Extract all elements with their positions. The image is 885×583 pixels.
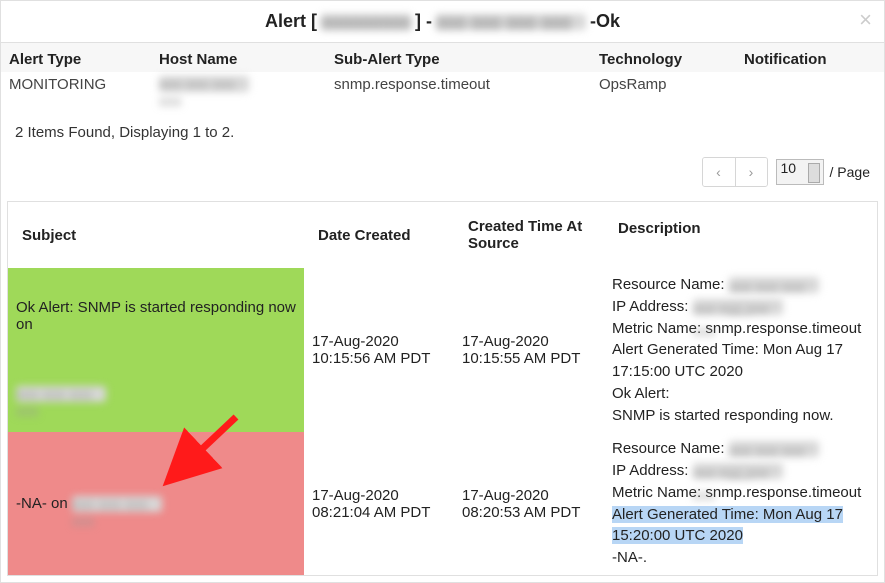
col-date-created: Date Created (310, 212, 460, 258)
title-redacted-host: 000 000 000 000 (436, 14, 586, 30)
label-notification: Notification (744, 51, 876, 68)
desc-resource: Resource Name: xxx xxx xxx xxx (612, 274, 869, 296)
info-header-row: Alert Type Host Name Sub-Alert Type Tech… (1, 43, 884, 72)
desc-ip-label: IP Address: (612, 462, 688, 479)
table-row: -NA- on xxx xxx xxx xxx 17-Aug-2020 08:2… (8, 432, 877, 575)
title-prefix: Alert [ (265, 11, 317, 32)
label-sub-alert-type: Sub-Alert Type (334, 51, 599, 68)
desc-metric: Metric Name: snmp.response.timeout (612, 482, 869, 504)
subject-redacted: xxx xxx xxx xxx (16, 386, 106, 402)
title-mid: ] - (415, 11, 432, 32)
alerts-grid: Subject Date Created Created Time At Sou… (7, 201, 878, 576)
page-size-value: 10 (781, 160, 797, 176)
modal-header: Alert [ 000000000 ] - 000 000 000 000 -O… (1, 1, 884, 43)
desc-resource-redacted: xxx xxx xxx xxx (729, 441, 819, 457)
cell-subject: -NA- on xxx xxx xxx xxx (8, 432, 304, 575)
desc-resource: Resource Name: xxx xxx xxx xxx (612, 438, 869, 460)
table-row: Ok Alert: SNMP is started responding now… (8, 268, 877, 432)
label-host-name: Host Name (159, 51, 334, 68)
value-technology: OpsRamp (599, 76, 744, 110)
subject-text: Ok Alert: SNMP is started responding now… (16, 299, 296, 333)
desc-ip-redacted: xxx xxx xxx xxx (693, 463, 783, 479)
subject-redacted: xxx xxx xxx xxx (72, 496, 162, 512)
desc-metric: Metric Name: snmp.response.timeout (612, 318, 869, 340)
desc-snmp: SNMP is started responding now. (612, 405, 869, 427)
pager-row: ‹ › 10 / Page (1, 147, 884, 197)
value-host-name: xxx xxx xxx xxx (159, 76, 334, 110)
cell-date-created: 17-Aug-2020 08:21:04 AM PDT (304, 432, 454, 575)
per-page-label: / Page (830, 164, 870, 180)
value-alert-type: MONITORING (9, 76, 159, 110)
desc-resource-label: Resource Name: (612, 440, 725, 457)
page-size-select[interactable]: 10 (776, 159, 824, 185)
desc-gen-time-highlight: Alert Generated Time: Mon Aug 17 15:20:0… (612, 506, 843, 545)
cell-description: Resource Name: xxx xxx xxx xxx IP Addres… (604, 432, 877, 575)
desc-ip: IP Address: xxx xxx xxx xxx (612, 296, 869, 318)
desc-gen-time: Alert Generated Time: Mon Aug 17 15:20:0… (612, 504, 869, 548)
desc-na: -NA-. (612, 547, 869, 569)
desc-ip: IP Address: xxx xxx xxx xxx (612, 460, 869, 482)
desc-ok-alert: Ok Alert: (612, 383, 869, 405)
col-subject: Subject (14, 212, 310, 258)
label-technology: Technology (599, 51, 744, 68)
col-description: Description (610, 212, 871, 258)
modal-title: Alert [ 000000000 ] - 000 000 000 000 -O… (265, 11, 620, 32)
title-redacted-id: 000000000 (321, 14, 411, 30)
value-notification (744, 76, 876, 110)
desc-ip-redacted: xxx xxx xxx xxx (693, 299, 783, 315)
close-icon[interactable]: × (859, 9, 872, 31)
label-alert-type: Alert Type (9, 51, 159, 68)
cell-created-at-source: 17-Aug-2020 08:20:53 AM PDT (454, 432, 604, 575)
pager-buttons: ‹ › (702, 157, 768, 187)
title-suffix: -Ok (590, 11, 620, 32)
cell-description: Resource Name: xxx xxx xxx xxx IP Addres… (604, 268, 877, 432)
cell-subject: Ok Alert: SNMP is started responding now… (8, 268, 304, 432)
page-size-control: 10 / Page (776, 159, 870, 185)
info-value-row: MONITORING xxx xxx xxx xxx snmp.response… (1, 72, 884, 118)
pager-next-button[interactable]: › (735, 158, 767, 186)
host-name-redacted: xxx xxx xxx xxx (159, 76, 249, 92)
cell-date-created: 17-Aug-2020 10:15:56 AM PDT (304, 268, 454, 432)
desc-resource-redacted: xxx xxx xxx xxx (729, 277, 819, 293)
cell-created-at-source: 17-Aug-2020 10:15:55 AM PDT (454, 268, 604, 432)
alert-modal: Alert [ 000000000 ] - 000 000 000 000 -O… (0, 0, 885, 583)
subject-text: -NA- on (16, 495, 68, 512)
desc-gen-time: Alert Generated Time: Mon Aug 17 17:15:0… (612, 339, 869, 383)
desc-ip-label: IP Address: (612, 298, 688, 315)
pager-prev-button[interactable]: ‹ (703, 158, 735, 186)
col-created-at-source: Created Time At Source (460, 212, 610, 258)
grid-header-row: Subject Date Created Created Time At Sou… (8, 202, 877, 268)
value-sub-alert-type: snmp.response.timeout (334, 76, 599, 110)
desc-resource-label: Resource Name: (612, 276, 725, 293)
items-summary: 2 Items Found, Displaying 1 to 2. (1, 118, 884, 147)
